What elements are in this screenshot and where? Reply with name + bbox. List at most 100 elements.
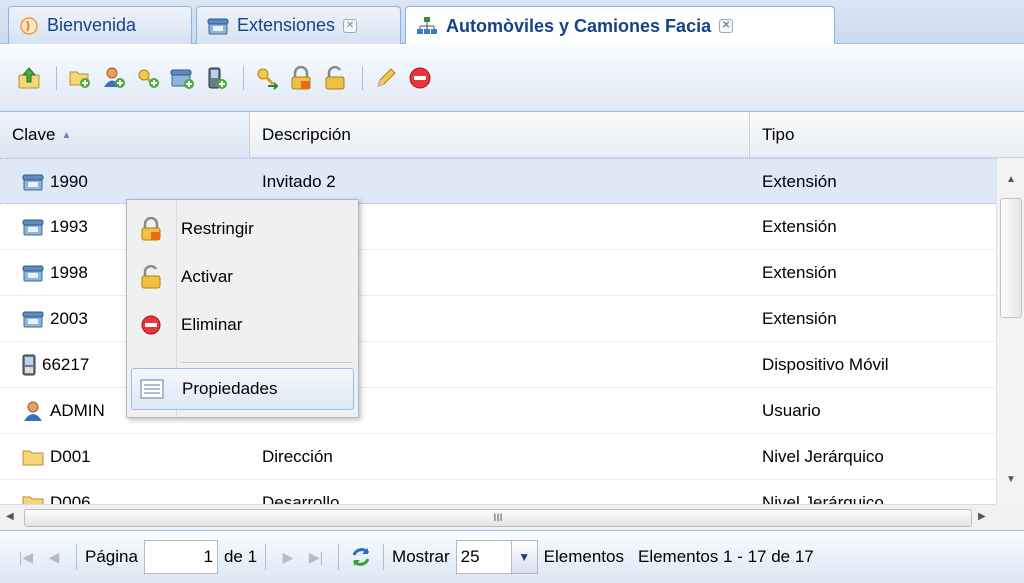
cell-tipo: Extensión — [762, 263, 837, 282]
add-key-icon[interactable] — [133, 63, 163, 93]
phone-icon — [22, 309, 44, 329]
menu-item-label: Eliminar — [181, 315, 243, 334]
cell-clave: 1993 — [50, 217, 88, 236]
cell-tipo: Nivel Jerárquico — [762, 447, 884, 466]
first-page-icon[interactable]: |◀ — [12, 543, 40, 571]
tab-extensiones[interactable]: Extensiones ✕ — [196, 6, 401, 44]
table-row[interactable]: D001 Dirección Nivel Jerárquico — [0, 434, 996, 480]
refresh-icon[interactable] — [347, 543, 375, 571]
tab-label: Bienvenida — [47, 15, 137, 35]
transfer-key-icon[interactable] — [252, 63, 282, 93]
table-row[interactable]: 1990 Invitado 2 Extensión — [0, 158, 996, 204]
column-header-tipo[interactable]: Tipo — [750, 112, 1024, 158]
column-label: Descripción — [262, 125, 351, 144]
cell-clave: 1990 — [50, 172, 88, 191]
toolbar — [0, 44, 1024, 112]
cell-tipo: Dispositivo Móvil — [762, 355, 889, 374]
cell-tipo: Extensión — [762, 217, 837, 236]
lock-restrict-icon[interactable] — [286, 63, 316, 93]
context-menu: Restringir Activar Eliminar Propiedades — [126, 199, 359, 418]
cell-descripcion: Dirección — [262, 447, 333, 466]
org-tree-icon — [416, 16, 438, 36]
add-folder-icon[interactable] — [65, 63, 95, 93]
column-label: Tipo — [762, 125, 795, 144]
vertical-scroll-thumb[interactable] — [1000, 198, 1022, 318]
lock-restrict-icon — [131, 217, 171, 241]
delete-icon — [131, 314, 171, 336]
phone-icon — [22, 263, 44, 283]
up-level-icon[interactable] — [14, 63, 44, 93]
pager-separator — [265, 544, 267, 570]
scroll-grip: III — [493, 512, 503, 524]
items-summary: Elementos 1 - 17 de 17 — [637, 547, 814, 566]
show-label: Mostrar — [392, 547, 450, 566]
scroll-up-icon[interactable]: ▲ — [1006, 174, 1016, 185]
scroll-down-icon[interactable]: ▼ — [1006, 474, 1016, 485]
column-header-descripcion[interactable]: Descripción — [250, 112, 750, 158]
chevron-down-icon[interactable]: ▼ — [511, 540, 538, 574]
page-number-input[interactable]: 1 — [143, 540, 218, 574]
grid-header: Clave ▲ Descripción Tipo — [0, 112, 1024, 158]
page-size-select[interactable]: 25 — [455, 540, 512, 574]
folder-icon — [22, 448, 44, 466]
add-phone-icon[interactable] — [167, 63, 197, 93]
cell-clave: ADMIN — [50, 401, 105, 420]
column-header-clave[interactable]: Clave ▲ — [0, 112, 250, 158]
delete-icon[interactable] — [405, 63, 435, 93]
toolbar-separator — [56, 65, 57, 90]
last-page-icon[interactable]: ▶| — [302, 543, 330, 571]
cell-descripcion: Desarrollo — [262, 493, 340, 504]
unlock-activate-icon — [131, 265, 171, 289]
menu-item-activar[interactable]: Activar — [131, 256, 354, 298]
user-icon — [22, 401, 44, 421]
scroll-right-icon[interactable]: ▶ — [978, 511, 986, 522]
cell-clave: 2003 — [50, 309, 88, 328]
vertical-scrollbar[interactable]: ▲ ▼ — [996, 158, 1024, 504]
scroll-corner — [996, 504, 1024, 530]
cell-tipo: Usuario — [762, 401, 821, 420]
close-icon[interactable]: ✕ — [343, 18, 358, 33]
tab-label: Automòviles y Camiones Facia — [446, 15, 712, 36]
cell-tipo: Extensión — [762, 309, 837, 328]
next-page-icon[interactable]: ▶ — [274, 543, 302, 571]
add-mobile-icon[interactable] — [201, 63, 231, 93]
menu-item-label: Activar — [181, 267, 233, 286]
edit-pencil-icon[interactable] — [371, 63, 401, 93]
horizontal-scroll-thumb[interactable]: III — [24, 509, 972, 527]
unlock-activate-icon[interactable] — [320, 63, 350, 93]
toolbar-separator — [243, 65, 244, 90]
page-count-label: de 1 — [223, 547, 258, 566]
paging-toolbar: |◀ ◀ Página 1 de 1 ▶ ▶| Mostrar 25 ▼ Ele… — [0, 530, 1024, 583]
sort-ascending-icon: ▲ — [61, 129, 72, 141]
cell-clave: 1998 — [50, 263, 88, 282]
menu-separator — [181, 362, 353, 363]
horizontal-scrollbar[interactable]: ◀ III ▶ — [0, 504, 996, 530]
menu-item-label: Propiedades — [182, 379, 278, 398]
tab-bar: Bienvenida Extensiones ✕ Automòviles y C… — [0, 0, 1024, 45]
scroll-left-icon[interactable]: ◀ — [6, 511, 14, 522]
pager-separator — [338, 544, 340, 570]
pager-separator — [76, 544, 77, 570]
menu-item-eliminar[interactable]: Eliminar — [131, 304, 354, 346]
cell-tipo: Nivel Jerárquico — [762, 493, 884, 504]
phone-icon — [22, 217, 44, 237]
close-icon[interactable]: ✕ — [719, 19, 734, 33]
tab-label: Extensiones — [237, 15, 336, 35]
tab-automoviles[interactable]: Automòviles y Camiones Facia ✕ — [405, 6, 835, 45]
mobile-icon — [22, 354, 36, 376]
welcome-icon — [19, 16, 39, 36]
add-user-icon[interactable] — [99, 63, 129, 93]
menu-item-restringir[interactable]: Restringir — [131, 208, 354, 250]
menu-item-label: Restringir — [181, 219, 254, 238]
cell-clave: D006 — [50, 493, 91, 504]
phone-icon — [22, 172, 44, 192]
previous-page-icon[interactable]: ◀ — [40, 543, 68, 571]
tab-bienvenida[interactable]: Bienvenida — [8, 6, 192, 44]
items-label: Elementos — [543, 547, 624, 566]
toolbar-separator — [362, 65, 363, 90]
column-label: Clave — [12, 125, 56, 144]
menu-item-propiedades[interactable]: Propiedades — [131, 368, 354, 410]
phone-icon — [207, 16, 229, 36]
table-row[interactable]: D006 Desarrollo Nivel Jerárquico — [0, 480, 996, 504]
cell-clave: 66217 — [42, 355, 90, 374]
